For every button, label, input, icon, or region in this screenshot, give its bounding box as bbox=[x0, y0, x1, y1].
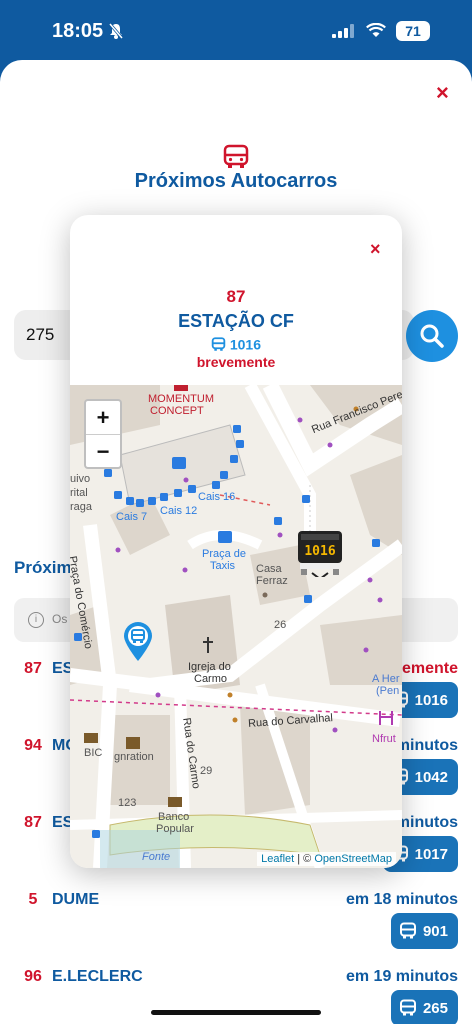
search-icon bbox=[420, 324, 444, 348]
map-label-casa: Casa bbox=[256, 563, 282, 575]
modal-close-button[interactable]: × bbox=[370, 239, 381, 260]
route-number: 87 bbox=[24, 660, 42, 677]
modal-vehicle-number: 1016 bbox=[229, 336, 262, 353]
vehicle-number: 1016 bbox=[414, 691, 448, 709]
bus-icon bbox=[399, 922, 416, 939]
route-number: 5 bbox=[28, 891, 38, 908]
map-label-carmo: Carmo bbox=[194, 673, 228, 685]
arrival-eta: em 19 minutos bbox=[345, 968, 458, 985]
arrival-row[interactable]: 96 E.LECLERC em 19 minutos 265 bbox=[0, 968, 472, 1024]
map-label-popular: Popular bbox=[156, 823, 194, 835]
modal-vehicle: 1016 bbox=[70, 335, 402, 352]
zoom-out-button[interactable]: − bbox=[86, 435, 120, 468]
route-number: 96 bbox=[24, 968, 42, 985]
arrival-eta: minutos bbox=[395, 814, 458, 831]
route-number: 87 bbox=[24, 814, 42, 831]
map-label-banco: Banco bbox=[158, 811, 190, 823]
modal-eta: brevemente bbox=[196, 354, 276, 370]
map-label-taxis: Taxis bbox=[210, 560, 236, 572]
info-icon: i bbox=[28, 612, 44, 628]
map-label-cais7: Cais 7 bbox=[116, 511, 148, 523]
page-title: Próximos Autocarros bbox=[134, 170, 338, 192]
map-label-raga: raga bbox=[70, 501, 93, 513]
stop-detail-modal: × 87 ESTAÇÃO CF 1016 brevemente MOMENTUM… bbox=[70, 215, 402, 868]
status-time: 18:05 bbox=[52, 20, 104, 42]
map-label-igreja: Igreja do bbox=[188, 661, 231, 673]
route-destination: E.LECLERC bbox=[52, 968, 143, 985]
bus-icon bbox=[223, 144, 249, 168]
battery-indicator: 71 bbox=[396, 21, 430, 41]
map-label-cais12: Cais 12 bbox=[160, 505, 198, 517]
vehicle-number: 265 bbox=[422, 999, 448, 1017]
map-label-rital: rital bbox=[70, 487, 88, 499]
vehicle-number: 901 bbox=[422, 922, 448, 940]
osm-link[interactable]: OpenStreetMap bbox=[314, 853, 392, 865]
map-label-bic: BIC bbox=[84, 747, 103, 759]
bus-marker-label: 1016 bbox=[304, 544, 336, 559]
bus-location-marker[interactable]: 1016 bbox=[296, 531, 344, 581]
vehicle-badge[interactable]: 265 bbox=[390, 990, 458, 1024]
map-label-concept: CONCEPT bbox=[150, 405, 204, 417]
attribution-separator: | © bbox=[294, 853, 315, 865]
vehicle-number: 1042 bbox=[414, 768, 448, 786]
arrival-eta: em 18 minutos bbox=[345, 891, 458, 908]
modal-stop-name: ESTAÇÃO CF bbox=[178, 311, 294, 331]
section-title: Próxim bbox=[14, 558, 72, 577]
map-label-cais16: Cais 16 bbox=[198, 491, 236, 503]
map-label-pen: (Pen bbox=[376, 685, 400, 697]
bus-stop-pin-icon[interactable] bbox=[122, 620, 154, 662]
status-bar: 18:05 71 bbox=[0, 0, 472, 60]
wifi-icon bbox=[366, 23, 386, 37]
bell-off-icon bbox=[108, 23, 124, 39]
modal-route-number: 87 bbox=[226, 287, 246, 306]
vehicle-number: 1017 bbox=[414, 845, 448, 863]
zoom-control: + − bbox=[84, 399, 122, 469]
map-label-uivo: uivo bbox=[70, 473, 91, 485]
map-attribution: Leaflet | © OpenStreetMap bbox=[257, 852, 396, 866]
map-label-123: 123 bbox=[118, 797, 137, 809]
map-label-momentum: MOMENTUM bbox=[148, 393, 214, 405]
map-label-ferraz: Ferraz bbox=[256, 575, 288, 587]
bus-icon bbox=[211, 337, 226, 351]
map-label-a-her: A Her bbox=[372, 673, 400, 685]
map-label-fonte: Fonte bbox=[142, 851, 171, 863]
arrival-eta: minutos bbox=[395, 737, 458, 754]
bus-icon bbox=[399, 999, 416, 1016]
arrival-row[interactable]: 5 DUME em 18 minutos 901 bbox=[0, 891, 472, 961]
map-label-gnration: gnration bbox=[114, 751, 154, 763]
vehicle-badge[interactable]: 901 bbox=[390, 913, 458, 949]
map-view[interactable]: MOMENTUM CONCEPT Rua Francisco Pere uivo… bbox=[70, 385, 402, 868]
route-number: 94 bbox=[24, 737, 42, 754]
leaflet-link[interactable]: Leaflet bbox=[261, 853, 294, 865]
zoom-in-button[interactable]: + bbox=[86, 401, 120, 435]
cellular-signal-icon bbox=[332, 24, 354, 38]
map-label-29: 29 bbox=[200, 765, 213, 777]
home-indicator[interactable] bbox=[151, 1010, 321, 1015]
map-label-26: 26 bbox=[274, 619, 287, 631]
sheet-close-button[interactable]: × bbox=[436, 80, 449, 106]
map-label-praca-de: Praça de bbox=[202, 548, 247, 560]
map-label-nfrut: Nfrut bbox=[372, 733, 396, 745]
search-button[interactable] bbox=[406, 310, 458, 362]
route-destination: DUME bbox=[52, 891, 100, 908]
